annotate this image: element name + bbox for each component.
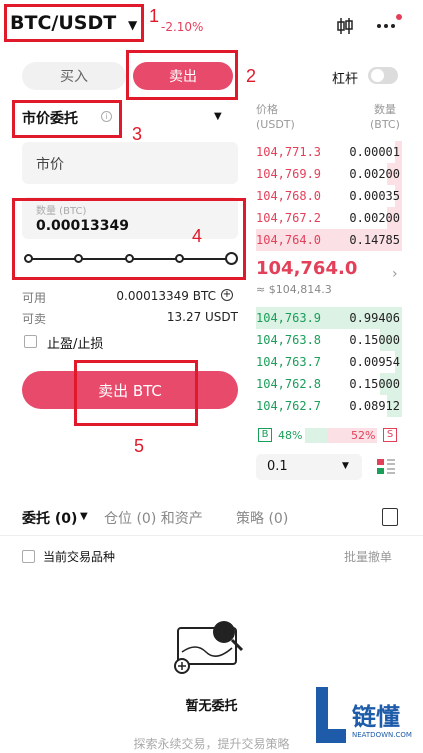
tpsl-checkbox[interactable] — [24, 335, 37, 348]
ask-price: 104,767.2 — [256, 211, 322, 225]
bid-price: 104,762.7 — [256, 399, 322, 413]
bid-qty: 0.15000 — [349, 333, 400, 347]
batch-cancel-button[interactable]: 批量撤单 — [344, 548, 392, 565]
notification-dot — [396, 14, 402, 20]
ask-qty: 0.14785 — [349, 233, 400, 247]
last-price: 104,764.0 — [256, 258, 358, 279]
annotation-number: 4 — [192, 226, 203, 246]
watermark-text: 链懂 — [352, 703, 400, 731]
sellable-label: 可卖 — [22, 312, 47, 326]
orderbook-layout-icon[interactable] — [374, 456, 398, 478]
ask-row[interactable]: 104,769.9 0.00200 — [256, 163, 402, 185]
tpsl-label: 止盈/止损 — [47, 337, 104, 352]
annotation-number: 5 — [134, 436, 145, 456]
ask-row[interactable]: 104,764.0 0.14785 — [256, 229, 402, 251]
tab-strategies[interactable]: 策略 (0) — [236, 508, 288, 528]
annotation-box-2 — [126, 50, 238, 100]
sell-ratio: 52% — [351, 429, 376, 442]
price-change: -2.10% — [161, 20, 204, 34]
ask-price: 104,771.3 — [256, 145, 322, 159]
watermark-logo — [312, 685, 348, 749]
bid-qty: 0.08912 — [349, 399, 400, 413]
ask-qty: 0.00200 — [349, 211, 400, 225]
tab-buy[interactable]: 买入 — [22, 62, 126, 90]
ask-qty: 0.00035 — [349, 189, 400, 203]
ask-qty: 0.00200 — [349, 167, 400, 181]
bid-row[interactable]: 104,763.9 0.99406 — [256, 307, 402, 329]
bid-price: 104,763.9 — [256, 311, 322, 325]
current-symbol-checkbox[interactable] — [22, 550, 35, 563]
ask-price: 104,769.9 — [256, 167, 322, 181]
tab-orders[interactable]: 委托 (0) — [22, 508, 77, 528]
annotation-box-1 — [4, 4, 144, 42]
qty-header: 数量 — [374, 103, 396, 116]
depth-step-value: 0.1 — [267, 459, 288, 474]
price-header: 价格 — [256, 103, 278, 116]
ask-row[interactable]: 104,767.2 0.00200 — [256, 207, 402, 229]
tab-positions[interactable]: 仓位 (0) 和资产 — [104, 508, 203, 528]
ask-price: 104,764.0 — [256, 233, 322, 247]
more-icon[interactable] — [375, 14, 397, 39]
sellable-value: 13.27 USDT — [166, 310, 238, 324]
current-symbol-label: 当前交易品种 — [43, 550, 116, 564]
last-price-usd: ≈ $104,814.3 — [256, 283, 332, 296]
bid-qty: 0.15000 — [349, 377, 400, 391]
history-icon[interactable] — [382, 508, 398, 526]
qty-unit: (BTC) — [370, 118, 400, 131]
ask-row[interactable]: 104,768.0 0.00035 — [256, 185, 402, 207]
caret-down-icon[interactable]: ▼ — [80, 511, 88, 522]
bid-price: 104,763.7 — [256, 355, 322, 369]
price-field-text: 市价 — [36, 157, 64, 173]
bid-row[interactable]: 104,762.7 0.08912 — [256, 395, 402, 417]
ask-row[interactable]: 104,771.3 0.00001 — [256, 141, 402, 163]
candlestick-icon[interactable] — [335, 16, 355, 41]
bid-qty: 0.00954 — [349, 355, 400, 369]
leverage-label: 杠杆 — [332, 72, 359, 87]
empty-orders-icon — [172, 612, 252, 688]
divider — [0, 535, 423, 536]
annotation-box-5 — [74, 360, 198, 426]
price-unit: (USDT) — [256, 118, 295, 131]
available-value: 0.00013349 BTC — [116, 289, 216, 303]
plus-circle-icon[interactable]: + — [221, 289, 233, 301]
annotation-number: 3 — [132, 124, 143, 144]
buy-ratio: 48% — [278, 429, 303, 442]
watermark-url: NEATDOWN.COM — [352, 731, 412, 739]
bid-qty: 0.99406 — [349, 311, 400, 325]
toggle-knob — [371, 69, 384, 82]
bid-row[interactable]: 104,763.7 0.00954 — [256, 351, 402, 373]
bid-price: 104,763.8 — [256, 333, 322, 347]
annotation-box-4 — [12, 198, 246, 280]
annotation-number: 2 — [246, 66, 257, 86]
bid-row[interactable]: 104,762.8 0.15000 — [256, 373, 402, 395]
buy-badge: B — [258, 428, 272, 442]
annotation-box-3 — [12, 100, 122, 138]
chevron-right-icon[interactable]: › — [392, 266, 398, 282]
annotation-number: 1 — [149, 6, 160, 26]
caret-down-icon[interactable]: ▼ — [214, 111, 222, 122]
bid-price: 104,762.8 — [256, 377, 322, 391]
available-label: 可用 — [22, 291, 47, 305]
bid-row[interactable]: 104,763.8 0.15000 — [256, 329, 402, 351]
ask-price: 104,768.0 — [256, 189, 322, 203]
sell-badge: S — [383, 428, 397, 442]
ask-qty: 0.00001 — [349, 145, 400, 159]
buy-ratio-bar — [305, 428, 327, 443]
caret-down-icon[interactable]: ▼ — [342, 461, 349, 471]
